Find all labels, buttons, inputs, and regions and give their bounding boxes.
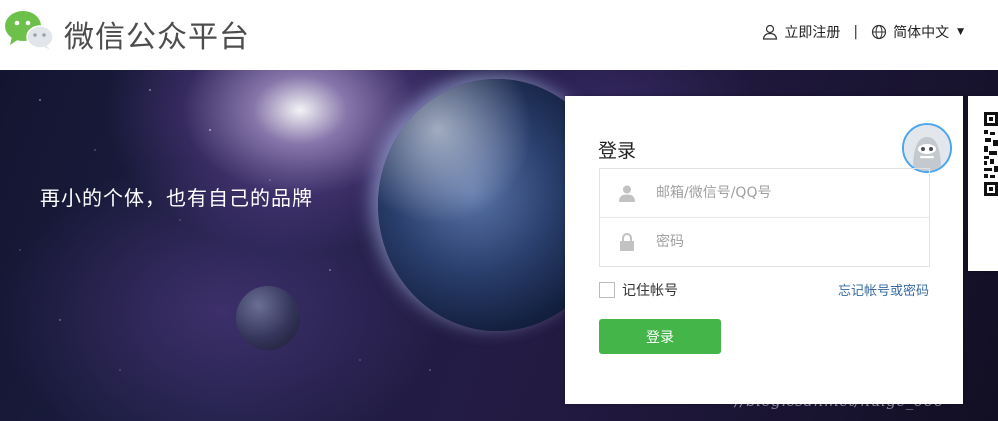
forgot-password-link[interactable]: 忘记帐号或密码	[838, 280, 929, 299]
language-selector[interactable]: 简体中文 ▼	[871, 22, 964, 42]
language-label: 简体中文	[893, 25, 950, 41]
banner-slogan: 再小的个体，也有自己的品牌	[40, 186, 313, 210]
top-header: 微信公众平台 立即注册 | 简体中文 ▼	[0, 0, 998, 70]
header-actions: 立即注册 | 简体中文 ▼	[762, 22, 964, 42]
header-separator: |	[853, 24, 859, 40]
user-icon	[763, 24, 778, 40]
username-input[interactable]	[654, 184, 908, 202]
password-input[interactable]	[654, 233, 908, 251]
remember-checkbox[interactable]	[599, 282, 615, 298]
username-row	[600, 169, 929, 218]
remember-account[interactable]: 记住帐号	[599, 280, 678, 300]
blog-watermark: //blog.csdn.net/huige_666	[735, 392, 944, 410]
login-panel: 登录 邮箱/微信号/QQ号 记住帐号 忘记帐号或密码 登录	[565, 96, 963, 404]
default-avatar-icon	[902, 123, 952, 173]
login-title: 登录	[598, 140, 637, 162]
credential-fields	[599, 168, 930, 267]
register-label: 立即注册	[784, 25, 841, 41]
password-row	[600, 218, 929, 266]
user-silhouette-icon	[600, 184, 654, 202]
lock-icon	[600, 233, 654, 251]
register-link[interactable]: 立即注册	[762, 22, 840, 42]
qr-code-icon	[984, 112, 998, 196]
globe-icon	[871, 24, 887, 40]
wechat-logo-icon[interactable]	[4, 9, 54, 51]
brand-title: 微信公众平台	[64, 20, 250, 55]
login-button[interactable]: 登录	[599, 319, 721, 354]
caret-down-icon: ▼	[957, 27, 964, 37]
moon-decoration	[236, 286, 300, 350]
qr-code-panel[interactable]	[968, 96, 998, 271]
remember-label: 记住帐号	[622, 283, 678, 299]
